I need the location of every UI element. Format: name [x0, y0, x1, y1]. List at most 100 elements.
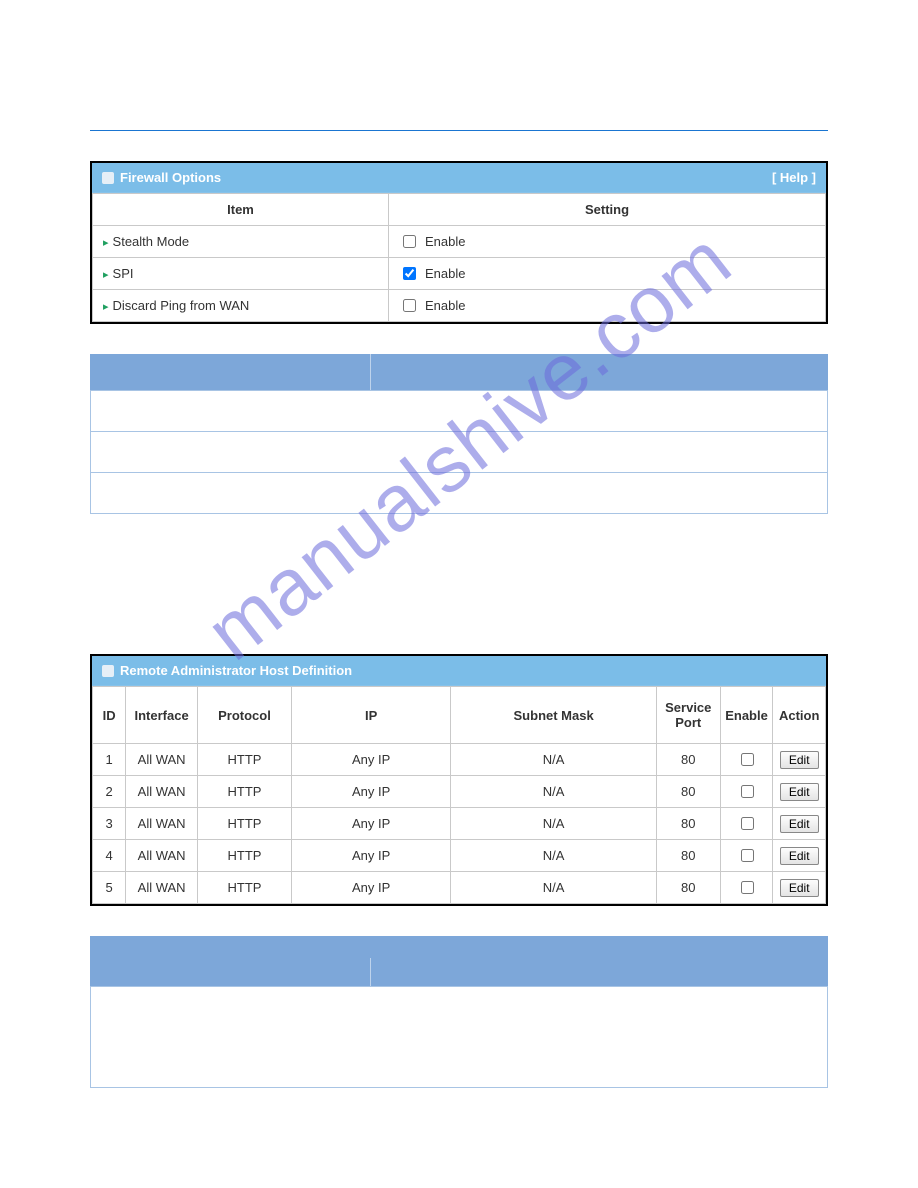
- cell-enable: [720, 776, 773, 808]
- remote-row: 5All WANHTTPAny IPN/A80Edit: [93, 872, 826, 904]
- info-block2-bar2: [90, 958, 828, 986]
- cell-ip: Any IP: [291, 776, 450, 808]
- top-divider: [90, 130, 828, 131]
- firewall-item-label: Discard Ping from WAN: [113, 298, 250, 313]
- firewall-item-label: SPI: [113, 266, 134, 281]
- info-block-2: [90, 936, 828, 1088]
- firewall-setting-cell: Enable: [389, 258, 826, 290]
- col-header-subnet: Subnet Mask: [451, 687, 657, 744]
- remote-panel-title: Remote Administrator Host Definition: [120, 663, 352, 678]
- row-enable-checkbox[interactable]: [741, 881, 754, 894]
- panel-icon: [102, 665, 114, 677]
- col-header-id: ID: [93, 687, 126, 744]
- firewall-setting-cell: Enable: [389, 226, 826, 258]
- cell-id: 3: [93, 808, 126, 840]
- firewall-panel-header: Firewall Options [ Help ]: [92, 163, 826, 193]
- info-row: [91, 472, 827, 513]
- info-block-1: [90, 354, 828, 514]
- cell-ip: Any IP: [291, 840, 450, 872]
- cell-interface: All WAN: [126, 808, 198, 840]
- bullet-icon: ▸: [103, 237, 109, 249]
- info-block2-body: [90, 986, 828, 1088]
- cell-ip: Any IP: [291, 808, 450, 840]
- cell-port: 80: [656, 872, 720, 904]
- edit-button[interactable]: Edit: [780, 783, 819, 801]
- cell-subnet: N/A: [451, 872, 657, 904]
- remote-admin-table: ID Interface Protocol IP Subnet Mask Ser…: [92, 686, 826, 904]
- edit-button[interactable]: Edit: [780, 879, 819, 897]
- col-header-protocol: Protocol: [197, 687, 291, 744]
- cell-interface: All WAN: [126, 744, 198, 776]
- enable-checkbox[interactable]: [403, 299, 416, 312]
- remote-row: 2All WANHTTPAny IPN/A80Edit: [93, 776, 826, 808]
- col-header-interface: Interface: [126, 687, 198, 744]
- cell-id: 4: [93, 840, 126, 872]
- cell-action: Edit: [773, 808, 826, 840]
- remote-row: 3All WANHTTPAny IPN/A80 Edit: [93, 808, 826, 840]
- enable-checkbox[interactable]: [403, 267, 416, 280]
- firewall-row: ▸ SPI Enable: [93, 258, 826, 290]
- firewall-row: ▸ Stealth Mode Enable: [93, 226, 826, 258]
- cell-enable: [720, 744, 773, 776]
- col-header-port: Service Port: [656, 687, 720, 744]
- col-header-enable: Enable: [720, 687, 773, 744]
- cell-interface: All WAN: [126, 840, 198, 872]
- cell-protocol: HTTP: [197, 744, 291, 776]
- firewall-row: ▸ Discard Ping from WAN Enable: [93, 290, 826, 322]
- cell-ip: Any IP: [291, 744, 450, 776]
- cell-protocol: HTTP: [197, 808, 291, 840]
- cell-id: 5: [93, 872, 126, 904]
- info-block-header: [90, 354, 828, 390]
- row-enable-checkbox[interactable]: [741, 849, 754, 862]
- remote-row: 4All WANHTTPAny IPN/A80 Edit: [93, 840, 826, 872]
- cell-action: Edit: [773, 840, 826, 872]
- info-block2-bar1: [90, 936, 828, 958]
- firewall-item-label: Stealth Mode: [113, 234, 190, 249]
- enable-wrap[interactable]: Enable: [399, 232, 815, 251]
- enable-label: Enable: [425, 298, 465, 313]
- firewall-options-panel: Firewall Options [ Help ] Item Setting ▸…: [90, 161, 828, 324]
- edit-button[interactable]: Edit: [780, 847, 819, 865]
- firewall-panel-title: Firewall Options: [120, 170, 221, 185]
- col-header-action: Action: [773, 687, 826, 744]
- cell-protocol: HTTP: [197, 840, 291, 872]
- bullet-icon: ▸: [103, 301, 109, 313]
- cell-ip: Any IP: [291, 872, 450, 904]
- cell-subnet: N/A: [451, 840, 657, 872]
- row-enable-checkbox[interactable]: [741, 785, 754, 798]
- firewall-item-cell: ▸ Discard Ping from WAN: [93, 290, 389, 322]
- cell-subnet: N/A: [451, 808, 657, 840]
- cell-port: 80: [656, 808, 720, 840]
- bullet-icon: ▸: [103, 269, 109, 281]
- remote-panel-header: Remote Administrator Host Definition: [92, 656, 826, 686]
- cell-port: 80: [656, 776, 720, 808]
- cell-port: 80: [656, 744, 720, 776]
- help-link[interactable]: [ Help ]: [772, 170, 816, 185]
- row-enable-checkbox[interactable]: [741, 753, 754, 766]
- cell-protocol: HTTP: [197, 776, 291, 808]
- firewall-item-cell: ▸ Stealth Mode: [93, 226, 389, 258]
- info-row: [91, 390, 827, 431]
- cell-interface: All WAN: [126, 872, 198, 904]
- cell-action: Edit: [773, 872, 826, 904]
- remote-row: 1All WANHTTPAny IPN/A80 Edit: [93, 744, 826, 776]
- col-header-item: Item: [93, 194, 389, 226]
- firewall-item-cell: ▸ SPI: [93, 258, 389, 290]
- cell-enable: [720, 840, 773, 872]
- edit-button[interactable]: Edit: [780, 751, 819, 769]
- cell-subnet: N/A: [451, 776, 657, 808]
- edit-button[interactable]: Edit: [780, 815, 819, 833]
- cell-id: 1: [93, 744, 126, 776]
- cell-port: 80: [656, 840, 720, 872]
- cell-action: Edit: [773, 744, 826, 776]
- enable-label: Enable: [425, 266, 465, 281]
- row-enable-checkbox[interactable]: [741, 817, 754, 830]
- enable-checkbox[interactable]: [403, 235, 416, 248]
- enable-wrap[interactable]: Enable: [399, 264, 815, 283]
- enable-wrap[interactable]: Enable: [399, 296, 815, 315]
- cell-subnet: N/A: [451, 744, 657, 776]
- col-header-setting: Setting: [389, 194, 826, 226]
- remote-admin-panel: Remote Administrator Host Definition ID …: [90, 654, 828, 906]
- info-row: [91, 431, 827, 472]
- enable-label: Enable: [425, 234, 465, 249]
